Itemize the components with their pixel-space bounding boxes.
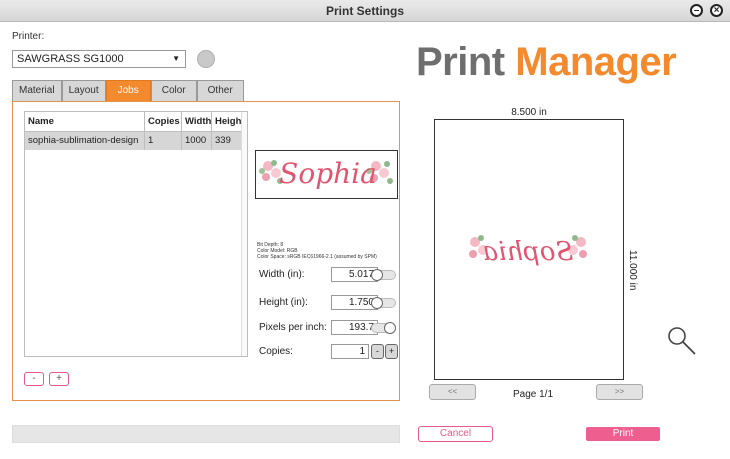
preview-mirrored-design: Sophia (469, 235, 587, 267)
print-manager-logo: Print Manager (416, 40, 677, 85)
row-width-cell: 1000 (182, 132, 212, 150)
preview-width-label: 8.500 in (511, 107, 547, 118)
printer-select-value: SAWGRASS SG1000 (17, 53, 124, 65)
jobs-panel: Name Copies Width Height sophia-sublimat… (12, 101, 400, 401)
magnifier-icon[interactable] (666, 325, 698, 360)
column-header-width[interactable]: Width (182, 112, 212, 131)
table-row[interactable]: sophia-sublimation-design 1 1000 339 (25, 132, 247, 150)
preview-height-label: 11.000 in (627, 250, 638, 291)
settings-tabs: Material Layout Jobs Color Other (12, 80, 244, 101)
printer-status-indicator (197, 50, 215, 68)
table-scrollbar[interactable] (241, 112, 247, 356)
close-icon[interactable]: × (710, 4, 723, 17)
minimize-icon[interactable]: – (690, 4, 703, 17)
copies-input[interactable]: 1 (331, 344, 369, 359)
logo-word-manager: Manager (515, 40, 677, 84)
row-copies-cell: 1 (145, 132, 182, 150)
tab-color[interactable]: Color (150, 80, 197, 101)
copies-increment-button[interactable]: + (385, 344, 398, 359)
printer-select[interactable]: SAWGRASS SG1000 ▼ (12, 50, 186, 68)
jobs-table: Name Copies Width Height sophia-sublimat… (24, 111, 248, 357)
print-button[interactable]: Print (586, 427, 660, 441)
copies-decrement-button[interactable]: - (371, 344, 384, 359)
ppi-toggle[interactable] (371, 322, 396, 334)
window-title: Print Settings (325, 4, 404, 18)
print-preview-page: Sophia (434, 119, 624, 380)
column-header-copies[interactable]: Copies (145, 112, 182, 131)
chevron-down-icon: ▼ (172, 54, 180, 63)
color-space-text: Color Space: sRGB IEC61966-2.1 (assumed … (257, 254, 377, 260)
tab-material[interactable]: Material (12, 80, 62, 101)
row-name-cell: sophia-sublimation-design (25, 132, 145, 150)
logo-word-print: Print (416, 40, 505, 84)
height-label: Height (in): (259, 297, 308, 308)
printer-label: Printer: (12, 31, 45, 42)
column-header-height[interactable]: Height (212, 112, 243, 131)
progress-bar (12, 425, 400, 443)
ppi-label: Pixels per inch: (259, 322, 327, 333)
page-indicator: Page 1/1 (512, 389, 554, 400)
cancel-button[interactable]: Cancel (418, 426, 493, 442)
tab-jobs[interactable]: Jobs (105, 80, 151, 101)
image-metadata: Bit Depth: 8 Color Model: RGB Color Spac… (257, 242, 377, 260)
previous-page-button[interactable]: << (429, 384, 476, 400)
copies-label: Copies: (259, 346, 293, 357)
width-toggle[interactable] (371, 269, 396, 281)
design-text: Sophia (279, 157, 377, 190)
next-page-button[interactable]: >> (596, 384, 643, 400)
row-height-cell: 339 (212, 132, 243, 150)
mirrored-art: Sophia (469, 235, 587, 267)
tab-other[interactable]: Other (196, 80, 244, 101)
design-thumbnail: Sophia (255, 150, 398, 199)
add-job-button[interactable]: + (49, 372, 69, 386)
height-toggle[interactable] (371, 297, 396, 309)
remove-job-button[interactable]: - (24, 372, 44, 386)
tab-layout[interactable]: Layout (61, 80, 106, 101)
jobs-table-header: Name Copies Width Height (25, 112, 247, 132)
preview-design-text: Sophia (483, 237, 574, 267)
width-label: Width (in): (259, 269, 305, 280)
design-thumbnail-art: Sophia (259, 157, 393, 190)
column-header-name[interactable]: Name (25, 112, 145, 131)
title-bar: Print Settings – × (0, 0, 730, 22)
